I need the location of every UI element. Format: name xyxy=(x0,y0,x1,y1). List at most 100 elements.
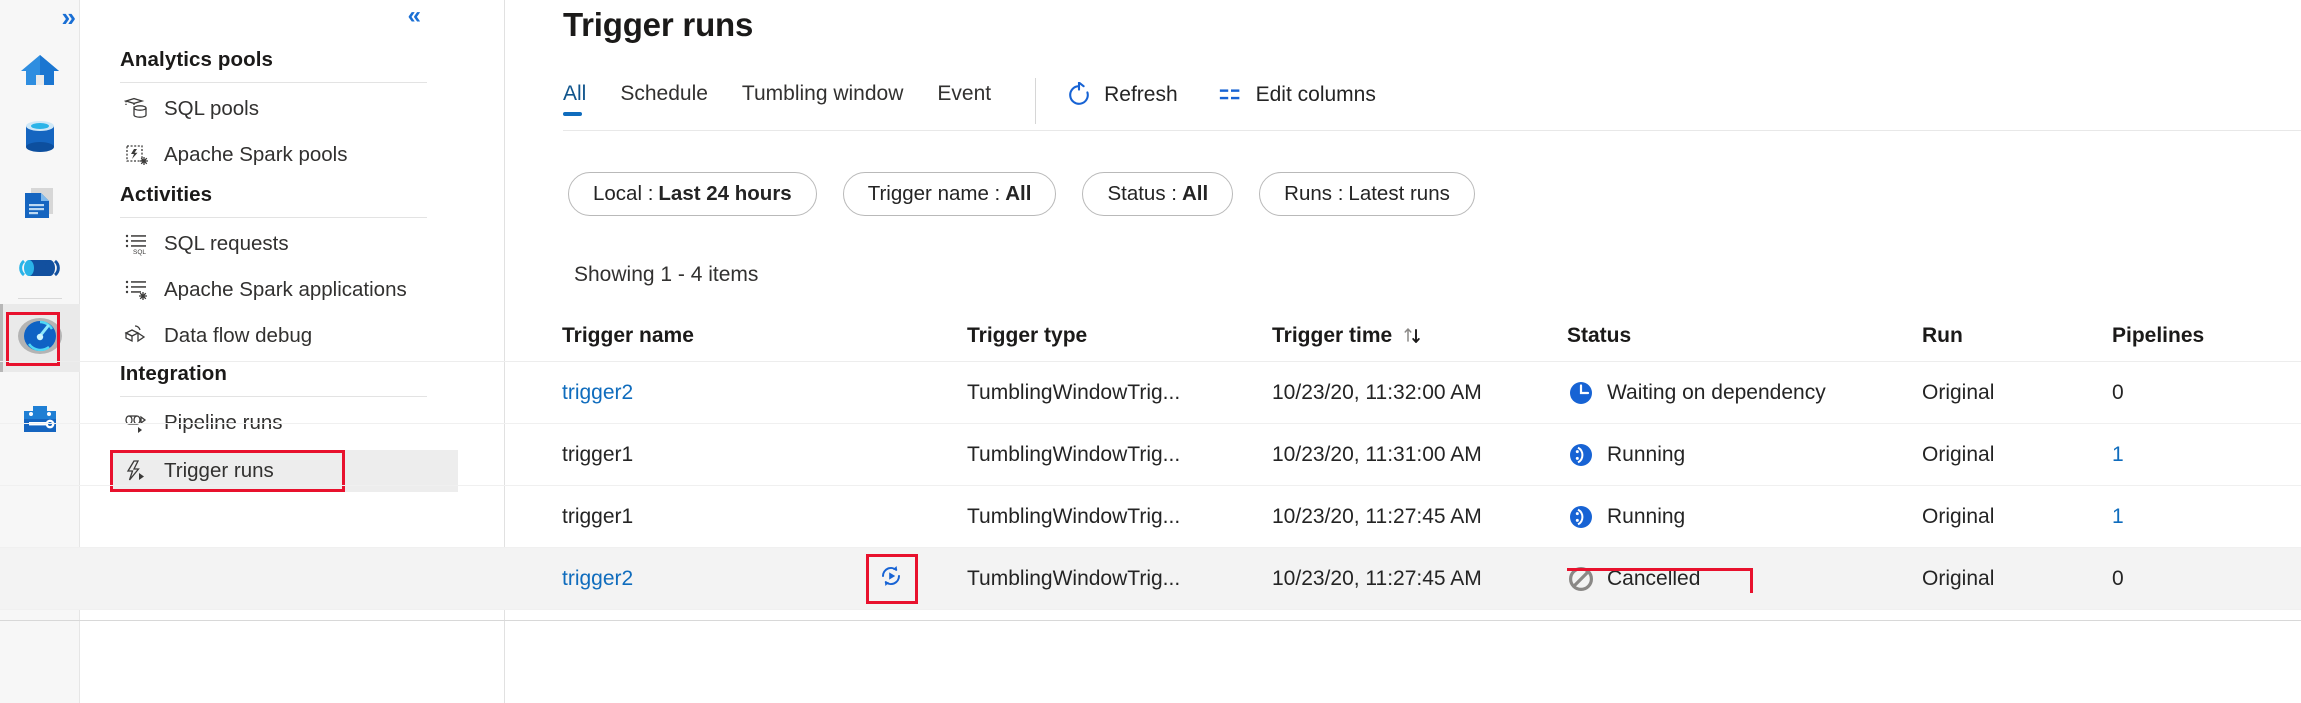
column-header-run[interactable]: Run xyxy=(1922,324,2112,348)
trigger-name-link[interactable]: trigger2 xyxy=(562,381,633,405)
cell-trigger-name: trigger1 xyxy=(0,505,967,529)
column-header-status[interactable]: Status xyxy=(1567,324,1922,348)
cell-pipelines: 1 xyxy=(2112,505,2292,529)
column-header-pipelines[interactable]: Pipelines xyxy=(2112,324,2292,348)
filter-pill-runs-value: Latest runs xyxy=(1348,182,1449,206)
filter-pill-status[interactable]: Status : All xyxy=(1082,172,1233,216)
cell-pipelines: 0 xyxy=(2112,381,2292,405)
tab-all[interactable]: All xyxy=(563,82,586,116)
cell-trigger-type: TumblingWindowTrig... xyxy=(967,505,1272,529)
toolbar-separator xyxy=(1035,78,1036,124)
home-icon xyxy=(17,47,63,98)
cancelled-icon xyxy=(1567,565,1595,593)
expand-rail-icon[interactable]: » xyxy=(62,4,73,30)
cell-pipelines: 1 xyxy=(2112,443,2292,467)
sidebar-item-sql-pools[interactable]: SQL pools xyxy=(110,88,458,130)
filter-pill-local[interactable]: Local : Last 24 hours xyxy=(568,172,817,216)
refresh-label: Refresh xyxy=(1104,83,1178,107)
sidebar-item-sql-requests[interactable]: SQL SQL requests xyxy=(110,223,458,265)
rail-divider xyxy=(18,298,62,299)
pipelines-link[interactable]: 1 xyxy=(2112,505,2124,529)
rail-item-develop[interactable] xyxy=(0,170,80,238)
refresh-button[interactable]: Refresh xyxy=(1066,82,1178,108)
cell-trigger-name: trigger1 xyxy=(0,443,967,467)
clock-icon xyxy=(1567,379,1595,407)
table-row[interactable]: trigger2 TumblingWindowTrig... 10/23/20,… xyxy=(0,548,2301,610)
trigger-name-link[interactable]: trigger2 xyxy=(562,567,633,591)
table-header-row: Trigger name Trigger type Trigger time S… xyxy=(0,310,2301,362)
status-label: Running xyxy=(1607,443,1685,467)
cell-run: Original xyxy=(1922,381,2112,405)
filter-pill-trigger-name-prefix: Trigger name : xyxy=(868,182,1001,206)
column-header-trigger-type[interactable]: Trigger type xyxy=(967,324,1272,348)
cell-trigger-time: 10/23/20, 11:32:00 AM xyxy=(1272,381,1567,405)
rail-item-integrate[interactable] xyxy=(0,236,80,304)
status-label: Running xyxy=(1607,505,1685,529)
filter-pill-trigger-name-value: All xyxy=(1005,182,1031,206)
rail-item-home[interactable] xyxy=(0,38,80,106)
sql-request-icon: SQL xyxy=(122,231,152,257)
database-icon xyxy=(17,113,63,164)
cell-trigger-type: TumblingWindowTrig... xyxy=(967,567,1272,591)
cell-run: Original xyxy=(1922,567,2112,591)
edit-columns-button[interactable]: Edit columns xyxy=(1218,82,1376,108)
cell-trigger-name: trigger2 xyxy=(0,381,967,405)
filter-pill-runs[interactable]: Runs : Latest runs xyxy=(1259,172,1475,216)
filter-pill-trigger-name[interactable]: Trigger name : All xyxy=(843,172,1057,216)
sidebar-section-title-analytics-pools: Analytics pools xyxy=(120,48,273,72)
column-header-trigger-name[interactable]: Trigger name xyxy=(0,324,967,348)
showing-count: Showing 1 - 4 items xyxy=(574,263,758,287)
spark-pool-icon xyxy=(122,142,152,168)
rerun-button[interactable] xyxy=(868,557,914,601)
sidebar-item-label: SQL requests xyxy=(164,232,289,256)
tabbar-rule xyxy=(563,130,2301,131)
cell-trigger-time: 10/23/20, 11:27:45 AM xyxy=(1272,567,1567,591)
filter-pill-status-value: All xyxy=(1182,182,1208,206)
cell-status: Waiting on dependency xyxy=(1567,379,1922,407)
rerun-icon xyxy=(876,561,906,596)
document-icon xyxy=(17,179,63,230)
sidebar-item-apache-spark-pools[interactable]: Apache Spark pools xyxy=(110,134,458,176)
rail-item-data[interactable] xyxy=(0,104,80,172)
cell-run: Original xyxy=(1922,505,2112,529)
filter-pill-runs-prefix: Runs : xyxy=(1284,182,1343,206)
spark-app-icon xyxy=(122,277,152,303)
table-row[interactable]: trigger2 TumblingWindowTrig... 10/23/20,… xyxy=(0,362,2301,424)
column-header-trigger-time-label: Trigger time xyxy=(1272,324,1392,348)
sidebar-item-apache-spark-applications[interactable]: Apache Spark applications xyxy=(110,269,458,311)
edit-columns-label: Edit columns xyxy=(1256,83,1376,107)
cell-status: Running xyxy=(1567,441,1922,469)
trigger-runs-table: Trigger name Trigger type Trigger time S… xyxy=(0,310,2301,610)
table-row[interactable]: trigger1 TumblingWindowTrig... 10/23/20,… xyxy=(0,486,2301,548)
cell-status: Running xyxy=(1567,503,1922,531)
tab-tumbling-window[interactable]: Tumbling window xyxy=(742,82,903,116)
status-label: Cancelled xyxy=(1607,567,1700,591)
filter-pill-status-prefix: Status : xyxy=(1107,182,1177,206)
running-icon xyxy=(1567,503,1595,531)
cell-run: Original xyxy=(1922,443,2112,467)
edit-columns-icon xyxy=(1218,82,1244,108)
filter-pill-local-value: Last 24 hours xyxy=(658,182,791,206)
tabbar: All Schedule Tumbling window Event Refre… xyxy=(563,82,1416,130)
pipeline-icon xyxy=(17,245,63,296)
tab-schedule[interactable]: Schedule xyxy=(620,82,708,116)
pipelines-link[interactable]: 1 xyxy=(2112,443,2124,467)
table-bottom-rule xyxy=(0,620,2301,621)
sidebar-item-label: SQL pools xyxy=(164,97,259,121)
cell-trigger-type: TumblingWindowTrig... xyxy=(967,443,1272,467)
cell-status: Cancelled xyxy=(1567,565,1922,593)
sidebar-item-label: Apache Spark pools xyxy=(164,143,347,167)
sidebar-section-title-activities: Activities xyxy=(120,183,212,207)
cell-trigger-time: 10/23/20, 11:31:00 AM xyxy=(1272,443,1567,467)
running-icon xyxy=(1567,441,1595,469)
cell-trigger-time: 10/23/20, 11:27:45 AM xyxy=(1272,505,1567,529)
app-root: » xyxy=(0,0,2301,703)
table-row[interactable]: trigger1 TumblingWindowTrig... 10/23/20,… xyxy=(0,424,2301,486)
sql-pool-icon xyxy=(122,96,152,122)
tab-event[interactable]: Event xyxy=(937,82,991,116)
sidebar-section-rule xyxy=(120,217,427,218)
refresh-icon xyxy=(1066,82,1092,108)
status-label: Waiting on dependency xyxy=(1607,381,1826,405)
column-header-trigger-time[interactable]: Trigger time xyxy=(1272,324,1567,348)
collapse-sidebar-icon[interactable]: « xyxy=(408,4,418,28)
